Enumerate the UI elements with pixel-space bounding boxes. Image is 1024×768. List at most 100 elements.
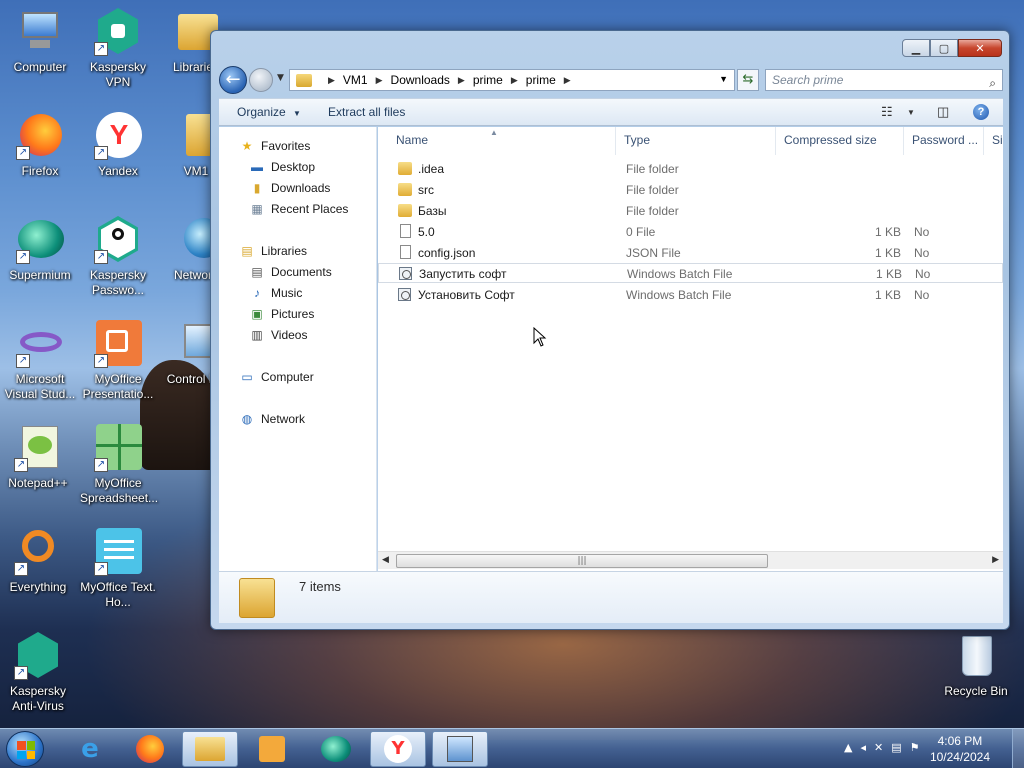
taskbar-media-player[interactable] xyxy=(244,731,300,767)
chevron-right-icon[interactable]: ▶ xyxy=(328,75,335,86)
music-icon: ♪ xyxy=(254,286,260,300)
taskbar-yandex[interactable]: Y xyxy=(370,731,426,767)
computer-icon xyxy=(16,8,64,56)
chevron-down-icon[interactable]: ▼ xyxy=(907,108,915,117)
file-row[interactable]: 5.0 0 File 1 KB No xyxy=(378,222,1003,242)
shortcut-arrow-icon: ↗ xyxy=(16,250,30,264)
desktop-icon-label: Kaspersky Passwo... xyxy=(89,268,147,297)
close-button[interactable]: ✕ xyxy=(958,39,1002,57)
desktop-icon-computer[interactable]: Computer xyxy=(2,8,78,75)
back-button[interactable]: ← xyxy=(219,66,247,94)
file-row[interactable]: src File folder xyxy=(378,180,1003,200)
nav-desktop[interactable]: ▬ Desktop xyxy=(249,158,315,176)
system-tray-icons: ▲◂✕▤⚑ xyxy=(844,741,928,754)
taskbar-explorer[interactable] xyxy=(182,731,238,767)
extract-all-button[interactable]: Extract all files xyxy=(328,105,405,119)
column-header-password[interactable]: Password ... xyxy=(904,127,984,155)
file-row[interactable]: Запустить софт Windows Batch File 1 KB N… xyxy=(378,263,1003,283)
scroll-left-icon[interactable]: ◀ xyxy=(382,555,389,565)
system-clock[interactable]: 4:06 PM 10/24/2024 xyxy=(930,733,990,765)
file-name: Базы xyxy=(418,204,447,218)
action-center-flag-icon[interactable]: ⚑ xyxy=(910,741,928,754)
search-icon[interactable]: ⌕ xyxy=(989,73,996,93)
windows-logo-icon xyxy=(17,741,35,759)
taskbar-internet-explorer[interactable]: e xyxy=(62,731,118,767)
forward-button[interactable] xyxy=(249,68,273,92)
nav-computer[interactable]: ▭ Computer xyxy=(239,368,313,386)
taskbar-firefox[interactable] xyxy=(122,731,178,767)
desktop-icon-myoffice-presentation[interactable]: ↗ MyOffice Presentatio... xyxy=(80,320,156,402)
nav-downloads[interactable]: ▮ Downloads xyxy=(249,179,331,197)
supermium-icon xyxy=(321,736,351,762)
recent-pages-dropdown[interactable]: ▼ xyxy=(277,73,284,83)
maximize-button[interactable]: ▢ xyxy=(930,39,958,57)
explorer-window: ▁ ▢ ✕ ← ▼ ▶ VM1 ▶ Downloads ▶ prime ▶ pr… xyxy=(210,30,1010,630)
nav-libraries[interactable]: ▤ Libraries xyxy=(239,242,307,260)
desktop-icon-kaspersky-password[interactable]: ↗ Kaspersky Passwo... xyxy=(80,216,156,298)
refresh-button[interactable]: ⇆ xyxy=(737,69,759,91)
nav-documents[interactable]: ▤ Documents xyxy=(249,263,331,281)
file-list: Name ▲ Type Compressed size Password ...… xyxy=(378,127,1003,571)
desktop-icon-firefox[interactable]: ↗ Firefox xyxy=(2,112,78,179)
batch-file-icon xyxy=(399,267,412,280)
desktop-icon-yandex[interactable]: Y ↗ Yandex xyxy=(80,112,156,179)
chevron-right-icon[interactable]: ▶ xyxy=(458,75,465,86)
nav-recent-places[interactable]: ▦ Recent Places xyxy=(249,200,348,218)
column-header-compressed-size[interactable]: Compressed size xyxy=(776,127,904,155)
scroll-right-icon[interactable]: ▶ xyxy=(992,555,999,565)
desktop-icon-supermium[interactable]: ↗ Supermium xyxy=(2,216,78,283)
desktop-icon-label: Everything xyxy=(9,580,67,594)
minimize-button[interactable]: ▁ xyxy=(902,39,930,57)
file-row[interactable]: .idea File folder xyxy=(378,159,1003,179)
desktop-icon-recycle-bin[interactable]: Recycle Bin xyxy=(938,632,1014,699)
chevron-right-icon[interactable]: ▶ xyxy=(564,75,571,86)
desktop-icon-kaspersky-antivirus[interactable]: ↗ Kaspersky Anti-Virus xyxy=(0,632,76,714)
help-icon[interactable]: ? xyxy=(973,104,989,120)
taskbar-supermium[interactable] xyxy=(308,731,364,767)
address-dropdown[interactable]: ▼ xyxy=(719,74,728,84)
breadcrumb-downloads[interactable]: Downloads xyxy=(391,73,450,87)
horizontal-scrollbar[interactable]: ◀ ||| ▶ xyxy=(378,551,1003,569)
json-file-icon xyxy=(400,245,411,259)
column-header-name[interactable]: Name ▲ xyxy=(388,127,616,155)
folder-icon xyxy=(398,204,412,217)
preview-pane-icon[interactable]: ◫ xyxy=(937,104,949,120)
breadcrumb-vm1[interactable]: VM1 xyxy=(343,73,368,87)
search-input[interactable]: Search prime ⌕ xyxy=(765,69,1003,91)
column-header-type[interactable]: Type xyxy=(616,127,776,155)
desktop-icon-myoffice-text[interactable]: ↗ MyOffice Text. Ho... xyxy=(80,528,156,610)
file-row[interactable]: Установить Софт Windows Batch File 1 KB … xyxy=(378,285,1003,305)
shortcut-arrow-icon: ↗ xyxy=(94,354,108,368)
organize-button[interactable]: Organize ▼ xyxy=(237,105,301,119)
network-status-icon[interactable]: ▤ xyxy=(891,741,909,754)
breadcrumb-prime-current[interactable]: prime xyxy=(526,73,556,87)
nav-favorites[interactable]: ★ Favorites xyxy=(239,137,311,155)
nav-network[interactable]: ◍ Network xyxy=(239,410,305,428)
scrollbar-thumb[interactable]: ||| xyxy=(396,554,768,568)
desktop-icon-everything[interactable]: ↗ Everything xyxy=(0,528,76,595)
nav-pictures[interactable]: ▣ Pictures xyxy=(249,305,314,323)
desktop-icon-myoffice-spreadsheet[interactable]: ↗ MyOffice Spreadsheet... xyxy=(80,424,158,506)
nav-videos[interactable]: ▥ Videos xyxy=(249,326,307,344)
nav-music[interactable]: ♪ Music xyxy=(249,284,302,302)
view-options-icon[interactable]: ☷ xyxy=(881,104,893,120)
chevron-right-icon[interactable]: ▶ xyxy=(376,75,383,86)
desktop-icon-kaspersky-vpn[interactable]: ↗ Kaspersky VPN xyxy=(80,8,156,90)
show-hidden-icons[interactable]: ▲ xyxy=(844,741,860,754)
desktop-icon-visual-studio[interactable]: ↗ Microsoft Visual Stud... xyxy=(2,320,78,402)
navigation-pane: ★ Favorites ▬ Desktop ▮ Downloads ▦ Rece… xyxy=(219,127,377,571)
chevron-right-icon[interactable]: ▶ xyxy=(511,75,518,86)
nav-label: Network xyxy=(261,412,306,426)
file-row[interactable]: Базы File folder xyxy=(378,201,1003,221)
desktop-icon-label: Notepad++ xyxy=(8,476,68,490)
file-row[interactable]: config.json JSON File 1 KB No xyxy=(378,243,1003,263)
taskbar-network-tool[interactable] xyxy=(432,731,488,767)
breadcrumb-prime[interactable]: prime xyxy=(473,73,503,87)
desktop-icon-notepadpp[interactable]: ↗ Notepad++ xyxy=(0,424,76,491)
start-button[interactable] xyxy=(6,731,44,767)
column-header-size[interactable]: Si xyxy=(984,127,1003,155)
address-bar[interactable]: ▶ VM1 ▶ Downloads ▶ prime ▶ prime ▶ ▼ xyxy=(289,69,735,91)
nav-label: Desktop xyxy=(271,160,316,174)
show-desktop-button[interactable] xyxy=(1012,729,1024,768)
volume-muted-icon[interactable]: ◂✕ xyxy=(860,741,891,754)
